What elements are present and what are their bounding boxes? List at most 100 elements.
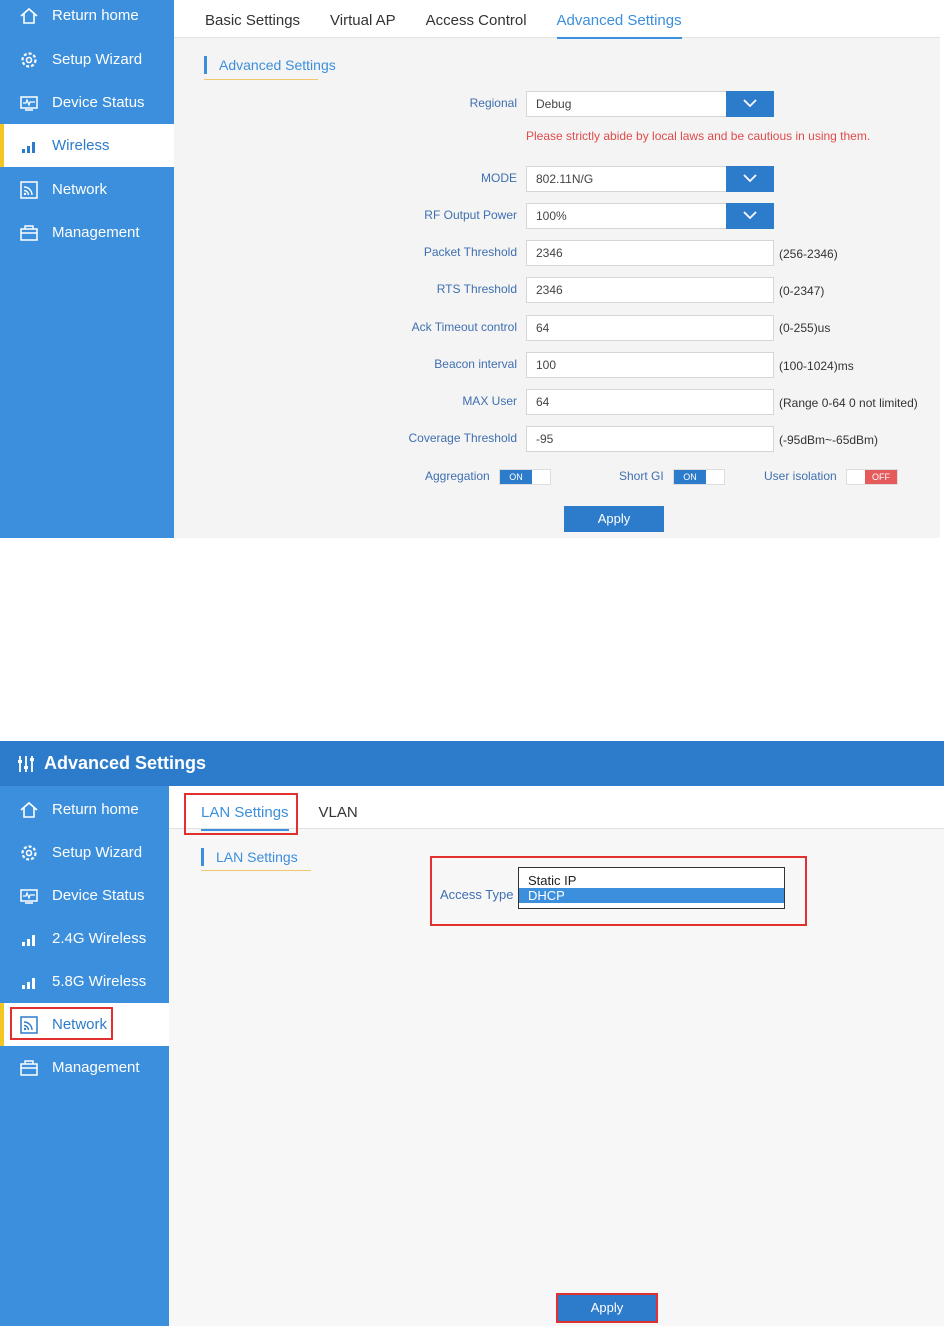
sidebar-item-device-status[interactable]: Device Status [0, 874, 169, 917]
sidebar-item-management[interactable]: Management [0, 1046, 169, 1089]
sidebar-item-label: 2.4G Wireless [52, 930, 147, 947]
sidebar-item-label: Setup Wizard [52, 844, 143, 861]
aggregation-state: ON [500, 470, 532, 484]
sidebar-item-label: Return home [52, 7, 139, 24]
aggregation-toggle[interactable]: ON [499, 469, 551, 485]
sidebar-item-label: Device Status [52, 94, 145, 111]
user-isolation-state: OFF [865, 470, 897, 484]
page-header: Advanced Settings [0, 741, 944, 786]
wireless-advanced-panel: Return home Setup Wizard Device Status W… [0, 0, 940, 538]
packet-threshold-label: Packet Threshold [423, 245, 517, 259]
signal-5g-icon [18, 971, 40, 993]
sidebar-item-return-home[interactable]: Return home [0, 0, 174, 37]
apply-button[interactable]: Apply [564, 506, 664, 532]
sidebar-item-5g-wireless[interactable]: 5.8G Wireless [0, 960, 169, 1003]
max-user-label: MAX User [462, 394, 517, 408]
home-icon [18, 5, 40, 27]
mode-select[interactable]: 802.11N/G [526, 166, 727, 192]
sliders-icon [16, 754, 36, 774]
packet-threshold-hint: (256-2346) [779, 247, 838, 261]
beacon-interval-hint: (100-1024)ms [779, 359, 854, 373]
coverage-threshold-label: Coverage Threshold [408, 431, 517, 445]
section-underline [204, 79, 318, 80]
option-dhcp[interactable]: DHCP [519, 888, 784, 903]
monitor-icon [18, 885, 40, 907]
short-gi-toggle[interactable]: ON [673, 469, 725, 485]
rts-threshold-hint: (0-2347) [779, 284, 825, 298]
user-isolation-label: User isolation [764, 469, 837, 483]
sidebar: Return home Setup Wizard Device Status 2… [0, 786, 169, 1326]
tab-virtual-ap[interactable]: Virtual AP [330, 12, 396, 39]
sidebar-item-network[interactable]: Network [0, 168, 174, 211]
rf-power-select[interactable]: 100% [526, 203, 727, 229]
sidebar-item-label: Setup Wizard [52, 51, 143, 68]
packet-threshold-input[interactable]: 2346 [526, 240, 774, 266]
signal-icon [18, 135, 40, 157]
sidebar-item-management[interactable]: Management [0, 211, 174, 254]
mode-label: MODE [481, 171, 517, 185]
tab-basic-settings[interactable]: Basic Settings [205, 12, 300, 39]
gear-icon [18, 49, 40, 71]
toolbox-icon [18, 222, 40, 244]
max-user-hint: (Range 0-64 0 not limited) [779, 396, 918, 410]
access-type-label: Access Type [440, 887, 514, 902]
gear-icon [18, 842, 40, 864]
ack-timeout-label: Ack Timeout control [411, 320, 517, 334]
page-title: Advanced Settings [44, 753, 207, 773]
short-gi-label: Short GI [619, 469, 664, 483]
tab-vlan[interactable]: VLAN [319, 804, 358, 831]
chevron-down-icon [742, 95, 758, 113]
access-type-dropdown[interactable]: Static IP DHCP [518, 867, 785, 909]
rts-threshold-input[interactable]: 2346 [526, 277, 774, 303]
sidebar-item-return-home[interactable]: Return home [0, 788, 169, 831]
sidebar-item-wireless[interactable]: Wireless [0, 124, 174, 167]
sidebar-item-label: Wireless [52, 137, 110, 154]
highlight-lan-tab [184, 793, 298, 835]
sidebar-item-device-status[interactable]: Device Status [0, 81, 174, 124]
regional-select[interactable]: Debug [526, 91, 727, 117]
short-gi-state: ON [674, 470, 706, 484]
network-lan-panel: Advanced Settings Return home Setup Wiza… [0, 741, 944, 1326]
section-title: Advanced Settings [204, 56, 336, 74]
chevron-down-icon [742, 207, 758, 225]
rts-threshold-label: RTS Threshold [436, 282, 517, 296]
sidebar: Return home Setup Wizard Device Status W… [0, 0, 174, 538]
sidebar-item-label: 5.8G Wireless [52, 973, 147, 990]
signal-2g-icon [18, 928, 40, 950]
legal-warning: Please strictly abide by local laws and … [526, 129, 871, 143]
home-icon [18, 799, 40, 821]
beacon-interval-label: Beacon interval [434, 357, 517, 371]
network-icon [18, 179, 40, 201]
highlight-apply [556, 1293, 658, 1323]
aggregation-label: Aggregation [425, 469, 490, 483]
toolbox-icon [18, 1057, 40, 1079]
sidebar-item-label: Management [52, 224, 140, 241]
sidebar-item-setup-wizard[interactable]: Setup Wizard [0, 38, 174, 81]
regional-dropdown-button[interactable] [726, 91, 774, 117]
coverage-threshold-hint: (-95dBm~-65dBm) [779, 433, 879, 447]
option-static-ip[interactable]: Static IP [519, 873, 784, 888]
mode-dropdown-button[interactable] [726, 166, 774, 192]
section-underline [201, 870, 311, 871]
regional-label: Regional [469, 96, 517, 110]
chevron-down-icon [742, 170, 758, 188]
sidebar-item-label: Device Status [52, 887, 145, 904]
sidebar-item-label: Return home [52, 801, 139, 818]
rf-power-dropdown-button[interactable] [726, 203, 774, 229]
user-isolation-toggle[interactable]: OFF [846, 469, 898, 485]
monitor-icon [18, 92, 40, 114]
coverage-threshold-input[interactable]: -95 [526, 426, 774, 452]
highlight-network [10, 1007, 113, 1040]
sidebar-item-label: Management [52, 1059, 140, 1076]
sidebar-item-2g-wireless[interactable]: 2.4G Wireless [0, 917, 169, 960]
ack-timeout-input[interactable]: 64 [526, 315, 774, 341]
max-user-input[interactable]: 64 [526, 389, 774, 415]
ack-timeout-hint: (0-255)us [779, 321, 831, 335]
rf-power-label: RF Output Power [424, 208, 517, 222]
beacon-interval-input[interactable]: 100 [526, 352, 774, 378]
tabs: Basic Settings Virtual AP Access Control… [205, 12, 712, 39]
tab-advanced-settings[interactable]: Advanced Settings [556, 12, 682, 39]
tab-access-control[interactable]: Access Control [426, 12, 527, 39]
sidebar-item-setup-wizard[interactable]: Setup Wizard [0, 831, 169, 874]
sidebar-item-label: Network [52, 181, 108, 198]
